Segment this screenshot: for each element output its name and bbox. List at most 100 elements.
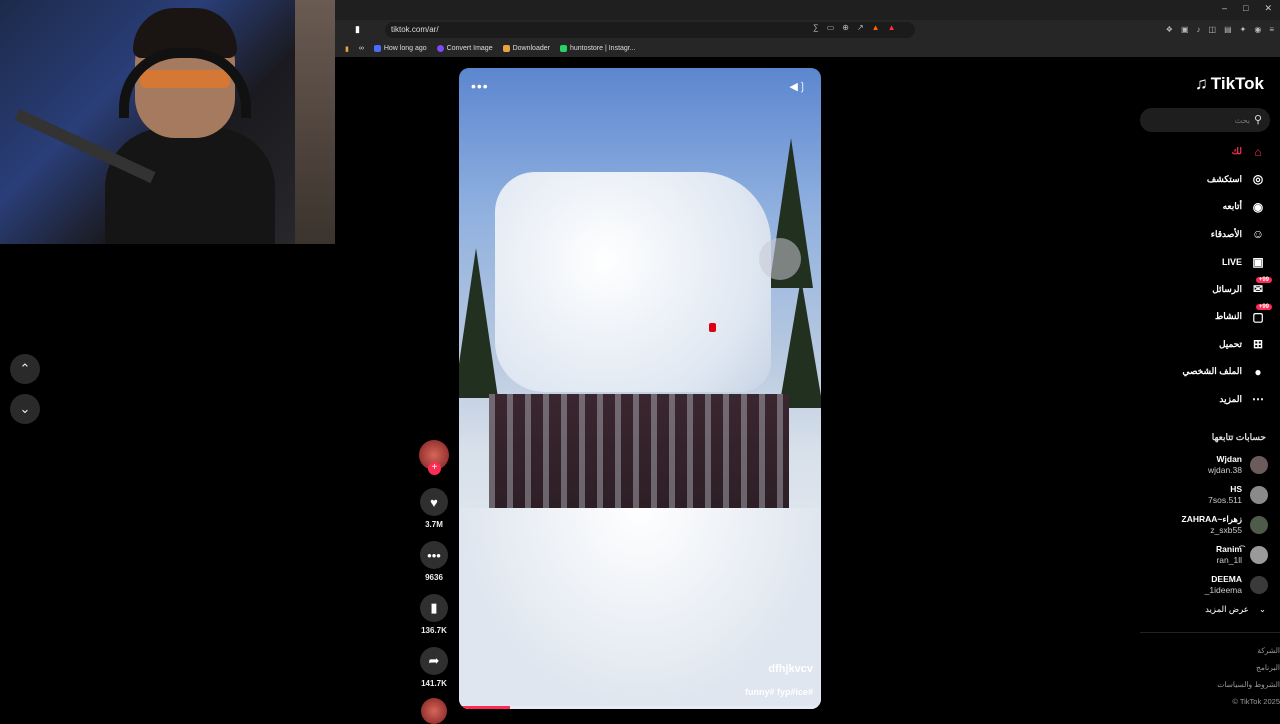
account-name: ZAHRAA~زهراء: [1181, 514, 1243, 524]
bookmark-item[interactable]: Downloader: [502, 45, 550, 52]
bookmark-icon[interactable]: ▮: [355, 24, 360, 35]
menu-item[interactable]: أتابعه ◉: [1140, 193, 1280, 221]
home-icon: ⌂: [1254, 144, 1262, 159]
video-progress-fill: [459, 706, 510, 709]
following-icon: ◉: [1252, 199, 1264, 214]
extensions-icon[interactable]: ❖: [1166, 25, 1173, 34]
search-input[interactable]: [1150, 108, 1250, 132]
tiktok-logo[interactable]: ♫ TikTok: [1195, 74, 1264, 94]
menu-item[interactable]: الأصدقاء ☺: [1140, 221, 1280, 249]
share-icon[interactable]: ↗: [857, 23, 864, 32]
menu-item-label: النشاط: [1214, 311, 1242, 322]
close-window-button[interactable]: ✕: [1264, 3, 1272, 14]
pine-tree: [459, 248, 498, 398]
menu-item-label: استكشف: [1206, 173, 1242, 184]
account-avatar: [1250, 546, 1268, 564]
wallet-icon[interactable]: ▤: [1224, 25, 1232, 34]
see-more-button[interactable]: عرض المزيد ⌄: [1205, 604, 1266, 615]
menu-item[interactable]: تحميل ⊞: [1140, 331, 1280, 359]
snow-block: [495, 172, 771, 392]
menu-item-label: LIVE: [1221, 256, 1242, 267]
volume-icon[interactable]: ◀❳: [789, 80, 807, 93]
share-button[interactable]: ➦: [420, 647, 448, 675]
menu-item[interactable]: الملف الشخصي ●: [1140, 358, 1280, 386]
like-button[interactable]: ♥: [420, 488, 448, 516]
creator-avatar[interactable]: +: [419, 440, 449, 475]
menu-item[interactable]: LIVE ▣: [1140, 248, 1280, 276]
chevron-down-icon: ⌄: [1258, 604, 1266, 614]
following-account[interactable]: ZAHRAA~زهراء z_sxb55: [1140, 510, 1280, 540]
friends-icon: ☺: [1251, 227, 1265, 242]
following-account[interactable]: Ranim‎͡ ran_1ll: [1140, 540, 1280, 570]
footer-link[interactable]: الشركة: [1217, 642, 1280, 659]
menu-icon[interactable]: ≡: [1269, 25, 1274, 34]
account-handle: ran_1ll: [1216, 555, 1242, 565]
bookmark-item[interactable]: Convert Image: [436, 45, 493, 52]
video-hashtags[interactable]: funny# fyp#ice#: [745, 687, 813, 697]
tiktok-note-icon: ♫: [1195, 74, 1208, 93]
bookmarks-bar: ▮ ∞ How long ago Convert Image Downloade…: [335, 40, 1280, 57]
messages-icon: ✉: [1252, 282, 1264, 297]
pine-tree: [779, 278, 821, 408]
compass-icon: ◎: [1252, 172, 1264, 187]
menu-item[interactable]: لك ⌂: [1140, 138, 1280, 166]
save-button[interactable]: ▮: [420, 594, 448, 622]
following-account[interactable]: HS 7sos.511: [1140, 480, 1280, 510]
menu-item-label: الرسائل: [1212, 283, 1242, 294]
sidebar-footer: الشركة البرنامج الشروط والسياسات © TikTo…: [1217, 642, 1280, 710]
window-controls: – □ ✕: [1222, 3, 1272, 14]
search-icon[interactable]: ⚲: [1254, 113, 1262, 126]
bookmark-folder-icon[interactable]: ▮: [345, 45, 349, 53]
cast-icon[interactable]: ▭: [827, 23, 835, 32]
brave-shield-icon[interactable]: ▲: [872, 23, 880, 32]
following-accounts-title: حسابات تتابعها: [1211, 432, 1266, 442]
video-player[interactable]: ••• ◀❳ dfhjkvcv funny# fyp#ice#: [459, 68, 821, 709]
footer-link[interactable]: الشروط والسياسات: [1217, 676, 1280, 693]
streamer: [105, 8, 275, 244]
bookmark-item[interactable]: How long ago: [373, 45, 427, 52]
menu-item-label: تحميل: [1218, 338, 1242, 349]
menu-item[interactable]: النشاط ▢ +99: [1140, 303, 1280, 331]
mouse-cursor: [709, 323, 716, 332]
comment-count: 9636: [425, 573, 443, 582]
sound-disc-avatar[interactable]: [421, 698, 447, 724]
video-more-menu-icon[interactable]: •••: [471, 78, 489, 94]
media-icon[interactable]: ♪: [1197, 25, 1201, 34]
search-box[interactable]: ⚲: [1140, 108, 1270, 132]
comment-button[interactable]: •••: [420, 541, 448, 569]
following-account[interactable]: Wjdan wjdan.38: [1140, 450, 1280, 480]
follow-plus-icon[interactable]: +: [428, 462, 441, 475]
vpn-icon[interactable]: ◉: [1254, 25, 1261, 34]
notification-badge: +99: [1255, 304, 1272, 310]
bookmark-item[interactable]: huntostore | Instagr...: [559, 45, 636, 52]
next-video-button[interactable]: ⌄: [10, 394, 40, 424]
footer-link[interactable]: البرنامج: [1217, 659, 1280, 676]
video-progress-bar[interactable]: [459, 706, 821, 709]
menu-item[interactable]: استكشف ◎: [1140, 166, 1280, 194]
streamer-body: [105, 128, 275, 244]
menu-item[interactable]: الرسائل ✉ +99: [1140, 276, 1280, 304]
following-accounts-list: Wjdan wjdan.38 HS 7sos.511 ZAHRAA~زهراء z_sxb…: [1140, 450, 1280, 600]
video-author[interactable]: dfhjkvcv: [768, 663, 813, 675]
sidebar-icon[interactable]: ◫: [1209, 25, 1217, 34]
menu-item[interactable]: المزيد ⋯: [1140, 386, 1280, 414]
bookmark-link-icon[interactable]: ∞: [359, 45, 364, 52]
like-count: 3.7M: [425, 520, 443, 529]
following-account[interactable]: DEEMA _1ideema: [1140, 570, 1280, 600]
brave-rewards-icon[interactable]: ▲: [888, 23, 896, 32]
copyright: © TikTok 2025: [1232, 697, 1280, 706]
divider: [1140, 632, 1280, 633]
minimize-button[interactable]: –: [1222, 3, 1227, 14]
address-bar-icons: ∑ ▭ ⊕ ↗ ▲ ▲: [813, 23, 896, 32]
menu-item-label: الملف الشخصي: [1182, 366, 1242, 377]
background-shelf: [295, 0, 335, 244]
account-text: ZAHRAA~زهراء z_sxb55: [1182, 514, 1243, 536]
account-avatar: [1250, 576, 1268, 594]
screenshot-icon[interactable]: ▣: [1181, 25, 1189, 34]
leo-icon[interactable]: ✦: [1240, 25, 1247, 34]
zoom-icon[interactable]: ⊕: [842, 23, 849, 32]
translate-icon[interactable]: ∑: [813, 23, 819, 32]
maximize-button[interactable]: □: [1243, 3, 1248, 14]
main-menu: لك ⌂ استكشف ◎ أتابعه ◉ الأصدقاء ☺ LIVE ▣ الرسائل ✉ +…: [1140, 138, 1280, 413]
previous-video-button[interactable]: ⌃: [10, 354, 40, 384]
